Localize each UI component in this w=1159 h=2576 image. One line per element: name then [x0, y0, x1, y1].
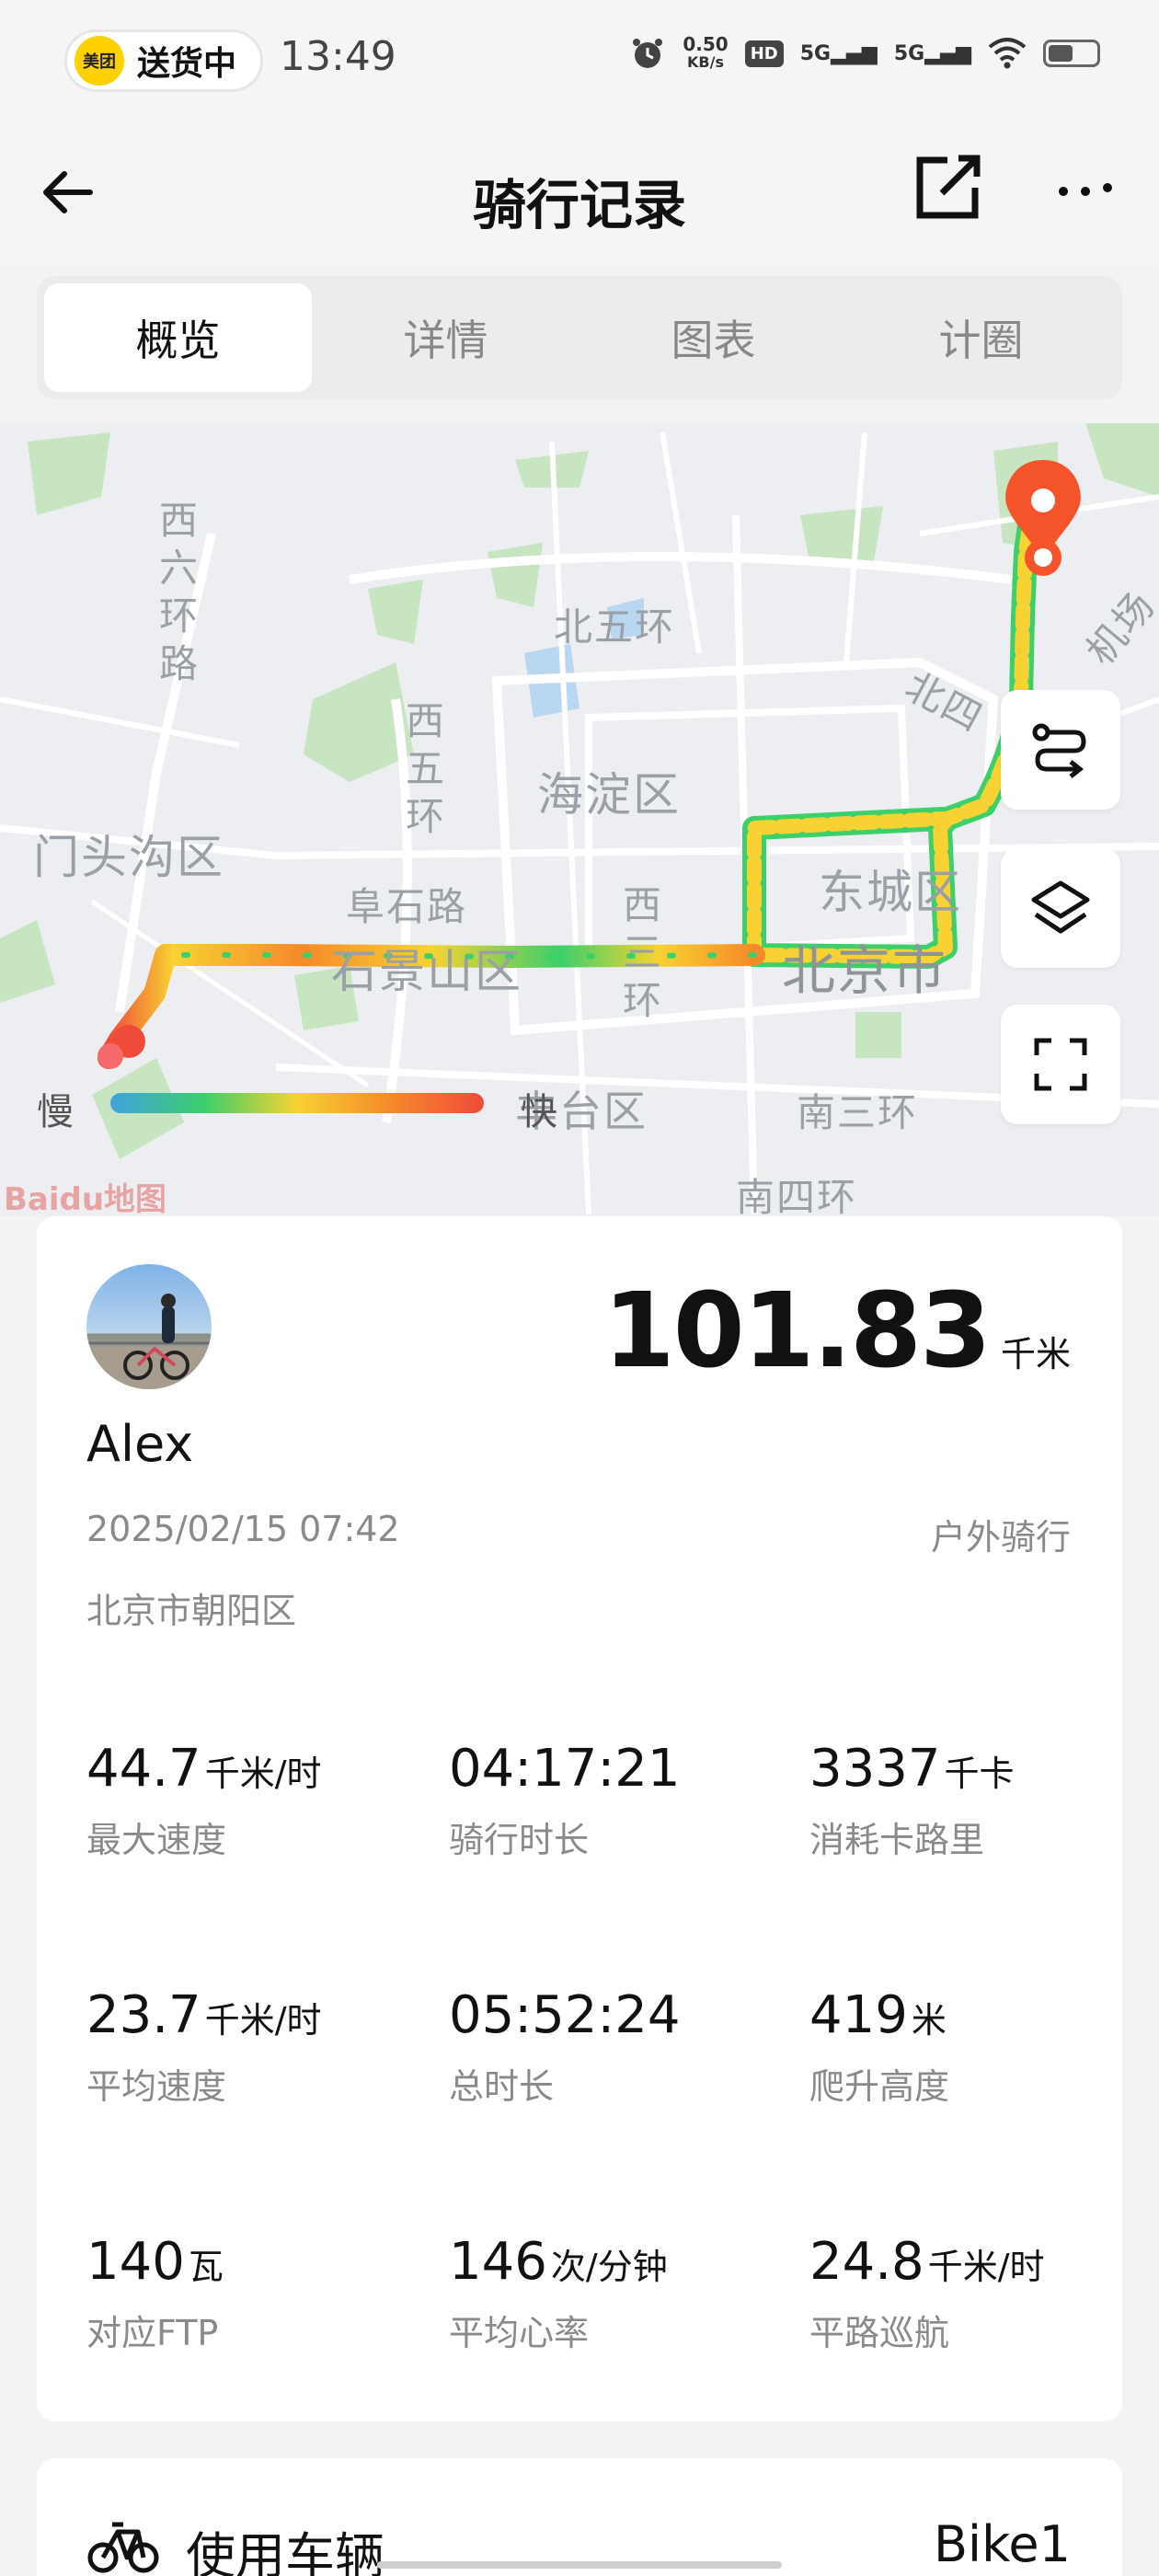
- map-label-xiwuhuan: 西五环: [405, 698, 446, 839]
- clock-time: 13:49: [280, 33, 396, 80]
- vehicle-card[interactable]: 使用车辆 Bike1: [37, 2458, 1122, 2576]
- wifi-icon: [988, 38, 1027, 69]
- map-label-xisanhuan: 西三环: [622, 882, 663, 1023]
- avatar-photo: [86, 1294, 212, 1389]
- delivery-status-pill[interactable]: 美团 送货中: [64, 29, 263, 92]
- stat-ride-duration: 04:17:21 骑行时长: [449, 1739, 681, 1860]
- network-speed: 0.50 KB/s: [683, 33, 729, 71]
- ride-datetime: 2025/02/15 07:42: [86, 1509, 400, 1549]
- stat-ftp: 140 瓦 对应FTP: [86, 2232, 224, 2353]
- map-label-xiliuhuan: 西六环路: [158, 498, 200, 686]
- signal-5g-icon-1: 5G▂▄▆: [799, 41, 878, 65]
- delivery-status-text: 送货中: [137, 45, 237, 83]
- stat-calories: 3337 千卡 消耗卡路里: [809, 1739, 1015, 1860]
- map-label-nansihuan: 南四环: [736, 1175, 858, 1216]
- ride-summary-card: 101.83 千米 Alex 2025/02/15 07:42 户外骑行 北京市…: [37, 1216, 1122, 2421]
- route-icon: [1032, 723, 1086, 778]
- hd-icon: HD: [744, 40, 784, 67]
- tab-details[interactable]: 详情: [312, 283, 580, 392]
- map-label-fushilu: 阜石路: [346, 884, 468, 929]
- baidu-map-logo: Baidu地图: [4, 1181, 167, 1218]
- home-indicator[interactable]: [377, 2561, 782, 2569]
- map-layers-button[interactable]: [1001, 848, 1120, 968]
- map-label-mentougou: 门头沟区: [33, 831, 224, 884]
- tab-bar: 概览 详情 图表 计圈: [37, 276, 1122, 399]
- distance-value: 101.83: [602, 1271, 992, 1391]
- distance-unit: 千米: [1000, 1334, 1071, 1374]
- alarm-icon: [633, 39, 663, 68]
- stat-total-duration: 05:52:24 总时长: [449, 1985, 681, 2107]
- map-label-dongcheng: 东城区: [819, 866, 962, 919]
- map-label-beiwuhuan: 北五环: [554, 604, 676, 650]
- tab-overview[interactable]: 概览: [44, 283, 312, 392]
- ride-type: 户外骑行: [930, 1517, 1071, 1558]
- vehicle-label: 使用车辆: [186, 2527, 384, 2576]
- tab-laps[interactable]: 计圈: [847, 283, 1115, 392]
- app-header: 骑行记录: [0, 125, 1159, 263]
- ride-location: 北京市朝阳区: [86, 1591, 297, 1631]
- tab-charts[interactable]: 图表: [580, 283, 847, 392]
- legend-fast-label: 快: [521, 1091, 557, 1133]
- username: Alex: [86, 1415, 194, 1473]
- fullscreen-icon: [1034, 1038, 1087, 1091]
- map-label-nansanhuan: 南三环: [797, 1090, 919, 1135]
- status-bar: 美团 送货中 13:49 0.50 KB/s HD 5G▂▄▆ 5G▂▄▆: [0, 0, 1159, 125]
- page-title: 骑行记录: [472, 174, 686, 236]
- legend-slow-label: 慢: [37, 1091, 74, 1133]
- avatar[interactable]: [86, 1264, 212, 1389]
- stat-flat-cruise: 24.8 千米/时 平路巡航: [809, 2232, 1045, 2353]
- layers-icon: [1031, 880, 1090, 934]
- battery-icon: [1043, 40, 1100, 67]
- map-label-haidian: 海淀区: [537, 768, 681, 822]
- stat-avg-speed: 23.7 千米/时 平均速度: [86, 1985, 322, 2107]
- stat-elevation-gain: 419 米 爬升高度: [809, 1985, 950, 2107]
- fullscreen-button[interactable]: [1001, 1005, 1120, 1124]
- signal-5g-icon-2: 5G▂▄▆: [893, 41, 971, 65]
- start-marker-icon: [98, 1025, 145, 1069]
- speed-legend-bar: [110, 1093, 484, 1113]
- more-icon[interactable]: [1049, 151, 1122, 224]
- system-icons: 0.50 KB/s HD 5G▂▄▆ 5G▂▄▆: [629, 35, 1100, 72]
- total-distance: 101.83 千米: [603, 1271, 1071, 1391]
- meituan-logo-icon: 美团: [75, 36, 124, 86]
- stat-avg-heart-rate: 146 次/分钟 平均心率: [449, 2232, 668, 2353]
- bicycle-icon: [87, 2522, 159, 2573]
- vehicle-name: Bike1: [934, 2515, 1071, 2573]
- route-toggle-button[interactable]: [1001, 690, 1120, 810]
- edit-icon[interactable]: [911, 151, 984, 224]
- stat-max-speed: 44.7 千米/时 最大速度: [86, 1739, 322, 1860]
- map-label-shijingshan: 石景山区: [331, 945, 522, 998]
- map-label-beijingshi: 北京市: [782, 939, 948, 1002]
